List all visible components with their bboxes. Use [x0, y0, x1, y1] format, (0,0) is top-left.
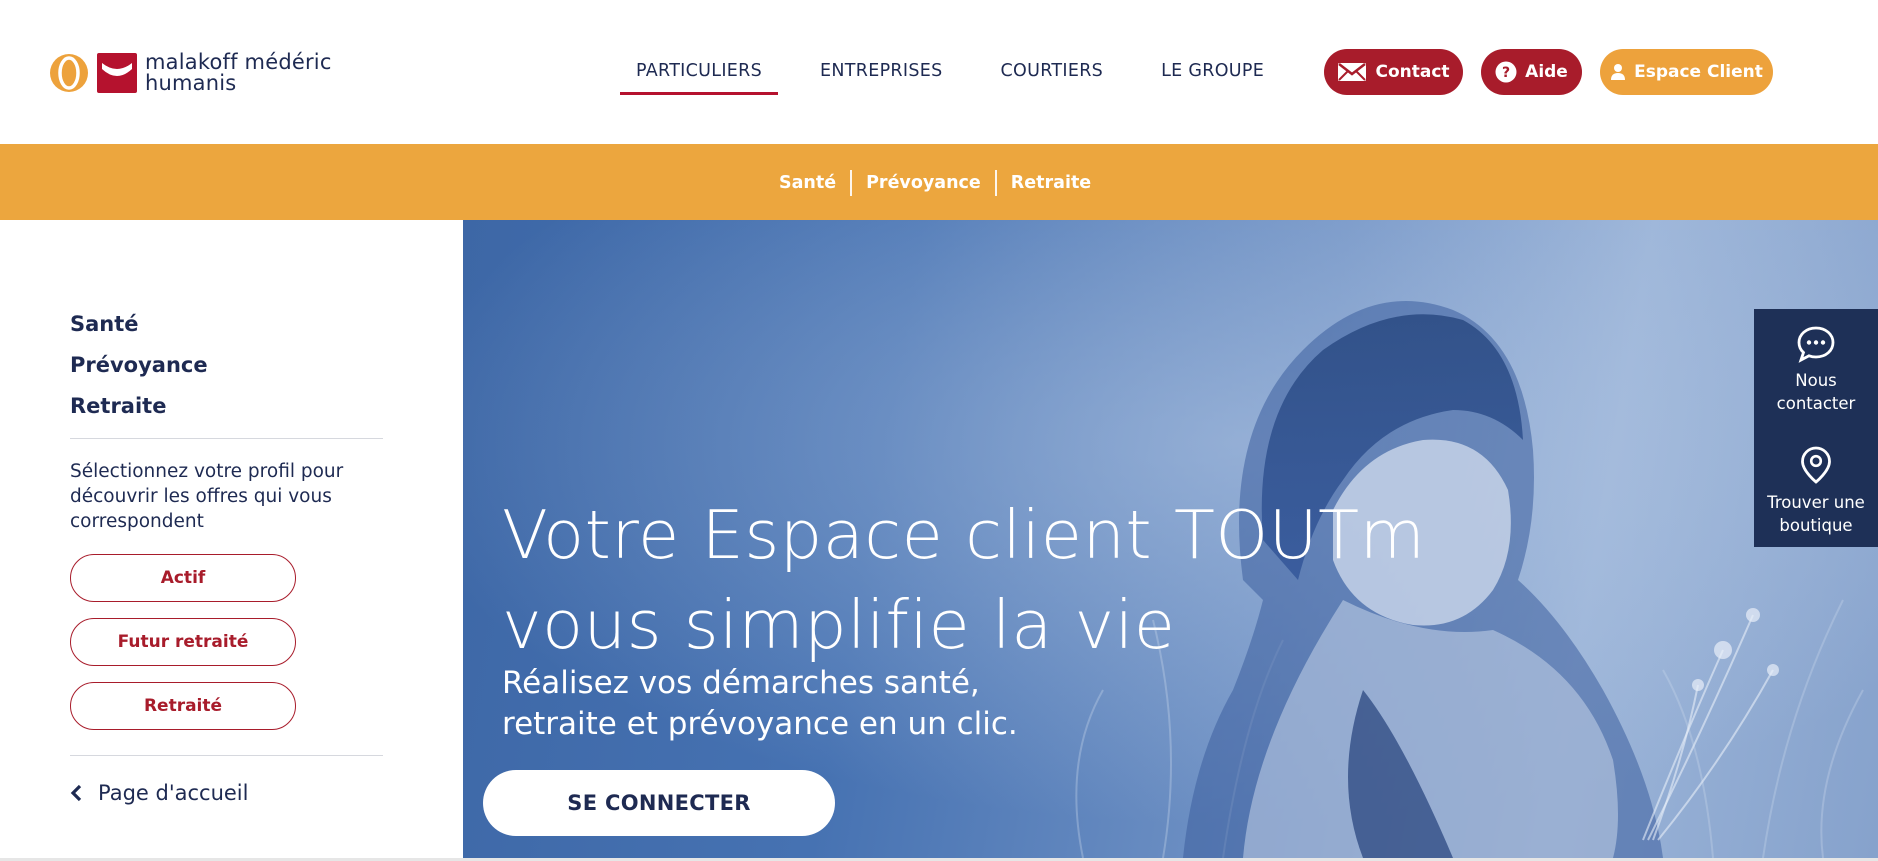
nav-le-groupe[interactable]: LE GROUPE	[1145, 52, 1280, 95]
nous-contacter-line-2: contacter	[1776, 394, 1856, 413]
sub-nav-bar: Santé Prévoyance Retraite	[0, 144, 1878, 220]
profile-futur-retraite-button[interactable]: Futur retraité	[70, 618, 296, 666]
home-link-label: Page d'accueil	[98, 781, 249, 805]
logo-ring-icon	[50, 54, 88, 92]
sidebar-link-prevoyance[interactable]: Prévoyance	[70, 353, 208, 377]
nous-contacter-link[interactable]: Nous contacter	[1754, 325, 1878, 415]
sidebar-divider	[70, 755, 383, 756]
hero-subtitle: Réalisez vos démarches santé, retraite e…	[502, 663, 1018, 745]
help-button-label: Aide	[1525, 62, 1568, 82]
svg-text:?: ?	[1502, 65, 1510, 81]
help-button[interactable]: ? Aide	[1481, 49, 1582, 95]
brand-logo[interactable]: malakoff médéric humanis	[48, 50, 332, 96]
subnav-retraite[interactable]: Retraite	[997, 173, 1105, 193]
sidebar-divider	[70, 438, 383, 439]
trouver-boutique-link[interactable]: Trouver une boutique	[1754, 445, 1878, 537]
espace-client-label: Espace Client	[1634, 62, 1763, 82]
hero-subtitle-line-2: retraite et prévoyance en un clic.	[502, 706, 1018, 742]
profile-description: Sélectionnez votre profil pour découvrir…	[70, 461, 344, 532]
home-link[interactable]: Page d'accueil	[70, 781, 248, 805]
logo-line-1: malakoff médéric	[145, 50, 332, 74]
nav-courtiers[interactable]: COURTIERS	[985, 52, 1120, 95]
contact-button[interactable]: Contact	[1324, 49, 1463, 95]
chat-bubble-icon	[1754, 325, 1878, 363]
se-connecter-button[interactable]: SE CONNECTER	[483, 770, 835, 836]
site-header: malakoff médéric humanis PARTICULIERS EN…	[0, 0, 1878, 144]
hero-title-line-2: vous simplifie la vie	[502, 586, 1176, 664]
question-circle-icon: ?	[1495, 61, 1517, 83]
logo-wordmark: malakoff médéric humanis	[145, 52, 332, 94]
hero-title-line-1: Votre Espace client TOUTm	[502, 496, 1426, 574]
subnav-prevoyance[interactable]: Prévoyance	[852, 173, 995, 193]
main-nav: PARTICULIERS ENTREPRISES COURTIERS LE GR…	[620, 52, 1306, 95]
hero-subtitle-line-1: Réalisez vos démarches santé,	[502, 665, 980, 701]
logo-line-2: humanis	[145, 71, 237, 95]
floating-contact-panel: Nous contacter Trouver une boutique	[1754, 309, 1878, 547]
espace-client-button[interactable]: Espace Client	[1600, 49, 1773, 95]
chevron-left-icon	[70, 784, 82, 802]
trouver-boutique-line-2: boutique	[1779, 516, 1853, 535]
user-icon	[1610, 63, 1626, 81]
nav-particuliers[interactable]: PARTICULIERS	[620, 52, 779, 95]
subnav-divider	[850, 170, 853, 196]
contact-button-label: Contact	[1375, 62, 1450, 82]
profile-actif-button[interactable]: Actif	[70, 554, 296, 602]
sidebar-link-retraite[interactable]: Retraite	[70, 394, 166, 418]
profile-retraite-button[interactable]: Retraité	[70, 682, 296, 730]
logo-square-icon	[97, 53, 137, 93]
subnav-sante[interactable]: Santé	[765, 173, 850, 193]
trouver-boutique-line-1: Trouver une	[1767, 493, 1865, 512]
map-pin-icon	[1754, 445, 1878, 485]
hero-title: Votre Espace client TOUTm vous simplifie…	[502, 490, 1425, 670]
subnav-divider	[994, 170, 997, 196]
sidebar-link-sante[interactable]: Santé	[70, 312, 139, 336]
nav-entreprises[interactable]: ENTREPRISES	[804, 52, 959, 95]
hero-banner: Votre Espace client TOUTm vous simplifie…	[463, 220, 1878, 858]
nous-contacter-line-1: Nous	[1795, 371, 1837, 390]
left-sidebar: Santé Prévoyance Retraite Sélectionnez v…	[0, 220, 463, 861]
envelope-icon	[1337, 61, 1367, 83]
